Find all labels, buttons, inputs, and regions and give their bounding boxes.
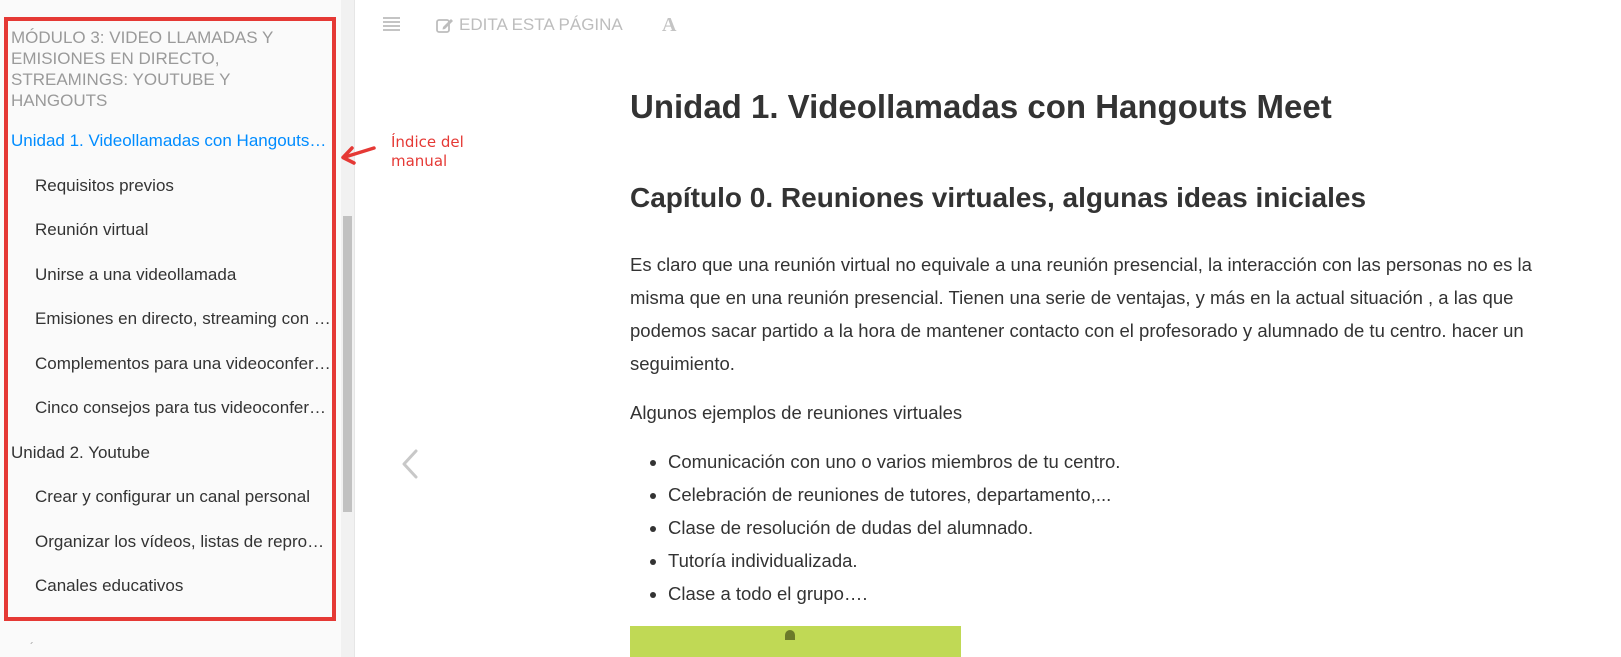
edit-page-button[interactable]: EDITA ESTA PÁGINA <box>436 15 623 35</box>
toc-item-canales-educativos[interactable]: Canales educativos <box>35 571 331 601</box>
chevron-left-icon[interactable] <box>400 448 420 480</box>
chapter-title: Capítulo 0. Reuniones virtuales, algunas… <box>630 182 1367 213</box>
toc-item-crear-canal[interactable]: Crear y configurar un canal personal <box>35 482 331 512</box>
image-shape <box>785 630 795 640</box>
page-title: Unidad 1. Videollamadas con Hangouts Mee… <box>630 88 1332 125</box>
list-item: Clase de resolución de dudas del alumnad… <box>668 511 1120 544</box>
toc-item-organizar-videos[interactable]: Organizar los vídeos, listas de reproduc… <box>35 527 331 557</box>
content-image <box>630 626 961 657</box>
toc-item-unirse-videollamada[interactable]: Unirse a una videollamada <box>35 260 331 290</box>
module-header: MÓDULO 3: VIDEO LLAMADAS Y EMISIONES EN … <box>11 28 274 110</box>
sidebar-toc: MÓDULO 3: VIDEO LLAMADAS Y EMISIONES EN … <box>0 0 340 657</box>
annotation-arrow-icon <box>341 146 376 165</box>
sidebar-scrollbar[interactable] <box>341 0 354 657</box>
examples-list: Comunicación con uno o varios miembros d… <box>630 445 1120 610</box>
list-item: Comunicación con uno o varios miembros d… <box>668 445 1120 478</box>
font-settings-icon[interactable]: A <box>662 14 676 37</box>
sidebar: MÓDULO 3: VIDEO LLAMADAS Y EMISIONES EN … <box>0 0 355 657</box>
annotation-label: Índice del manual <box>391 133 464 170</box>
examples-intro: Algunos ejemplos de reuniones virtuales <box>630 402 963 423</box>
list-item: Celebración de reuniones de tutores, dep… <box>668 478 1120 511</box>
toc-item-unidad-2[interactable]: Unidad 2. Youtube <box>11 438 331 468</box>
intro-paragraph: Es claro que una reunión virtual no equi… <box>630 254 1532 374</box>
sidebar-scrollbar-thumb[interactable] <box>343 216 352 512</box>
toc-item-unidad-1[interactable]: Unidad 1. Videollamadas con Hangouts Mee… <box>11 126 331 156</box>
list-item: Clase a todo el grupo…. <box>668 577 1120 610</box>
edit-page-label: EDITA ESTA PÁGINA <box>459 15 623 34</box>
list-item: Tutoría individualizada. <box>668 544 1120 577</box>
sidebar-overflow-glyph: ´ <box>30 640 34 654</box>
toc-item-emisiones-directo[interactable]: Emisiones en directo, streaming con Hang… <box>35 304 331 334</box>
toc-item-complementos[interactable]: Complementos para una videoconferencia <box>35 349 331 379</box>
toc-item-reunion-virtual[interactable]: Reunión virtual <box>35 215 331 245</box>
toc-item-requisitos-previos[interactable]: Requisitos previos <box>35 171 331 201</box>
toc-item-cinco-consejos[interactable]: Cinco consejos para tus videoconferencia… <box>35 393 331 423</box>
menu-icon[interactable] <box>383 17 400 37</box>
edit-icon <box>436 18 453 33</box>
